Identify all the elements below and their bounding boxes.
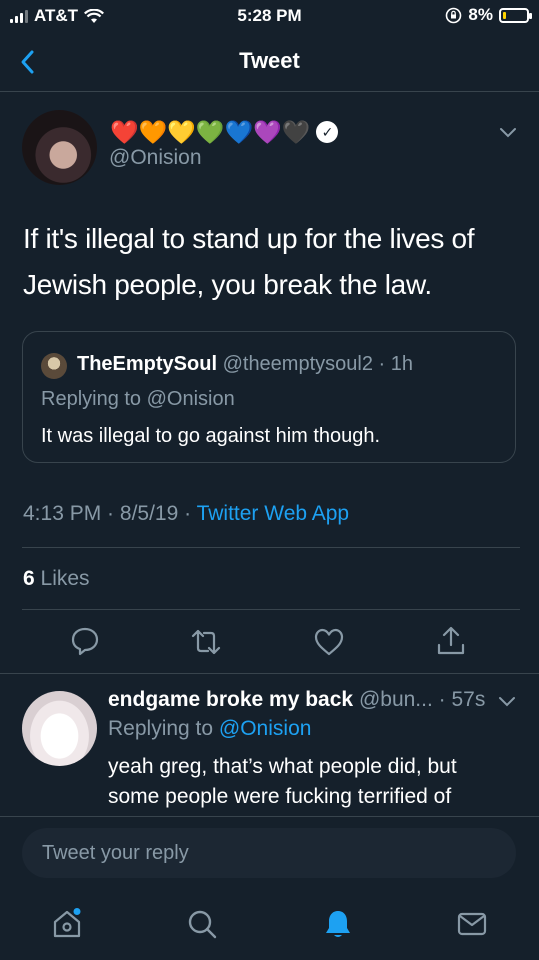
tweet-text: If it's illegal to stand up for the live… <box>23 223 475 300</box>
reply-chevron-down-icon[interactable] <box>498 696 516 708</box>
battery-icon <box>499 7 532 23</box>
quoted-tweet[interactable]: TheEmptySoul @theemptysoul2 · 1h Replyin… <box>22 331 516 463</box>
retweet-icon[interactable] <box>190 626 222 658</box>
reply-replying-to: Replying to @Onision <box>108 717 311 741</box>
divider <box>0 673 539 674</box>
nav-bar: Tweet <box>0 32 539 92</box>
battery-percent: 8% <box>468 5 493 24</box>
tweet-time: 4:13 PM <box>23 502 102 525</box>
quoted-name: TheEmptySoul <box>77 353 218 375</box>
messages-icon[interactable] <box>456 908 488 940</box>
likes-label: Likes <box>40 567 90 590</box>
reply-text: yeah greg, that’s what people did, but s… <box>108 755 457 808</box>
status-bar: AT&T 5:28 PM 8% <box>0 0 539 32</box>
avatar[interactable] <box>22 110 97 185</box>
tweet-meta: 4:13 PM · 8/5/19 · Twitter Web App <box>23 502 350 525</box>
quoted-author: TheEmptySoul @theemptysoul2 · 1h <box>77 353 413 376</box>
display-name-emoji: ❤️🧡💛💚💙💜🖤 <box>110 119 311 145</box>
display-name[interactable]: ❤️🧡💛💚💙💜🖤 ✓ <box>110 119 339 146</box>
like-icon[interactable] <box>313 626 345 658</box>
user-handle[interactable]: @Onision <box>109 146 202 170</box>
quoted-avatar <box>41 353 67 379</box>
likes-count[interactable]: 6 Likes <box>23 567 90 591</box>
search-icon[interactable] <box>186 908 218 940</box>
replying-handle-link[interactable]: @Onision <box>219 717 312 740</box>
reply-avatar[interactable] <box>22 691 97 766</box>
reply-handle-time: @bun... · 57s <box>358 688 486 711</box>
page-title: Tweet <box>239 48 300 73</box>
likes-number: 6 <box>23 567 35 590</box>
tweet-source-link[interactable]: Twitter Web App <box>197 502 350 525</box>
quoted-text: It was illegal to go against him though. <box>41 425 381 447</box>
status-right: 8% <box>445 5 532 25</box>
quoted-replying-to: Replying to @Onision <box>41 388 235 410</box>
reply-name: endgame broke my back <box>108 688 354 711</box>
reply-icon[interactable] <box>69 625 101 657</box>
rotation-lock-icon <box>446 7 462 23</box>
notifications-icon[interactable] <box>322 908 354 940</box>
replying-prefix: Replying to <box>108 717 219 740</box>
share-icon[interactable] <box>435 625 467 657</box>
tweet-date: 8/5/19 <box>119 502 179 525</box>
compose-placeholder: Tweet your reply <box>42 842 189 864</box>
verified-badge-icon: ✓ <box>316 121 339 143</box>
divider <box>22 547 520 548</box>
quoted-handle-time: @theemptysoul2 · 1h <box>222 353 413 375</box>
home-icon[interactable] <box>51 908 83 940</box>
reply-author[interactable]: endgame broke my back @bun... · 57s <box>108 688 485 712</box>
chevron-down-icon[interactable] <box>498 126 518 140</box>
divider <box>22 609 520 610</box>
